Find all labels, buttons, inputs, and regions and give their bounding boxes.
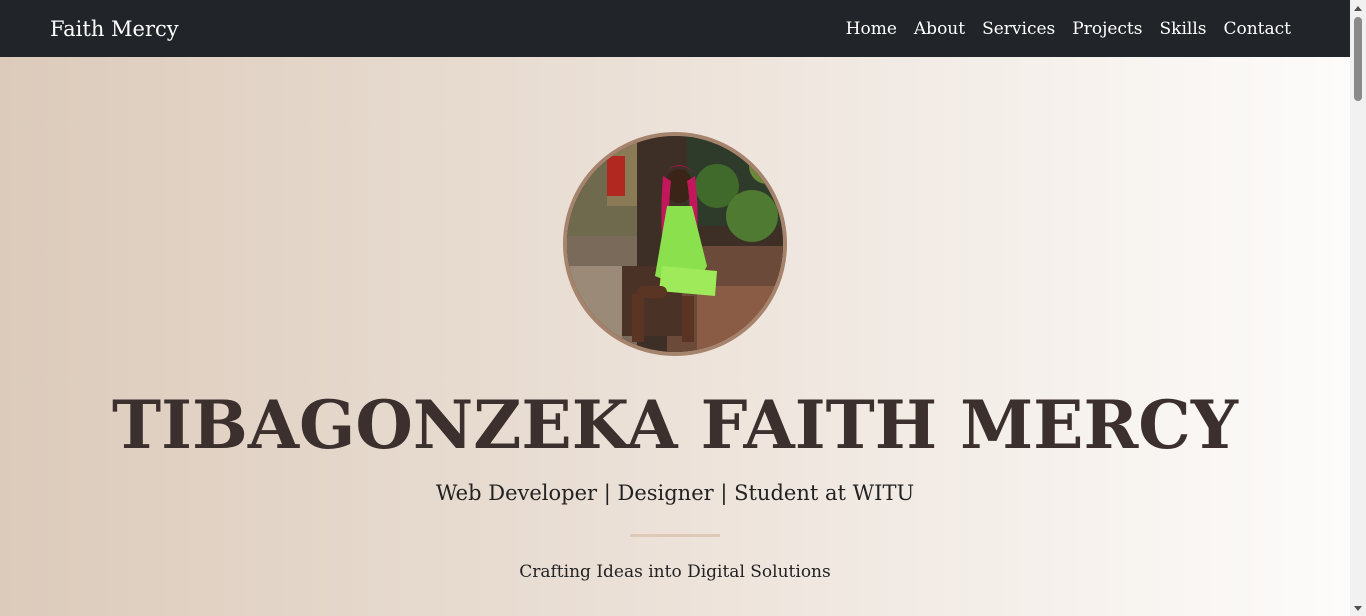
hero-subtitle: Web Developer | Designer | Student at WI…	[435, 481, 915, 505]
hero-divider	[630, 534, 720, 537]
vertical-scrollbar[interactable]	[1350, 0, 1366, 616]
scrollbar-thumb[interactable]	[1354, 17, 1362, 101]
nav-link-about[interactable]: About	[914, 19, 965, 39]
profile-avatar	[563, 132, 787, 356]
scroll-up-arrow-icon[interactable]	[1350, 0, 1366, 16]
nav-link-projects[interactable]: Projects	[1072, 19, 1142, 39]
nav-link-services[interactable]: Services	[982, 19, 1055, 39]
hero-title: TIBAGONZEKA FAITH MERCY	[112, 386, 1238, 464]
nav-links: Home About Services Projects Skills Cont…	[846, 19, 1291, 39]
nav-link-skills[interactable]: Skills	[1160, 19, 1207, 39]
nav-link-home[interactable]: Home	[846, 19, 897, 39]
profile-photo-icon	[567, 136, 783, 352]
nav-link-contact[interactable]: Contact	[1223, 19, 1291, 39]
hero-section: TIBAGONZEKA FAITH MERCY Web Developer | …	[0, 57, 1350, 616]
brand-link[interactable]: Faith Mercy	[50, 17, 179, 41]
navbar: Faith Mercy Home About Services Projects…	[0, 0, 1350, 57]
hero-tagline: Crafting Ideas into Digital Solutions	[519, 562, 831, 582]
scroll-down-arrow-icon[interactable]	[1350, 600, 1366, 616]
